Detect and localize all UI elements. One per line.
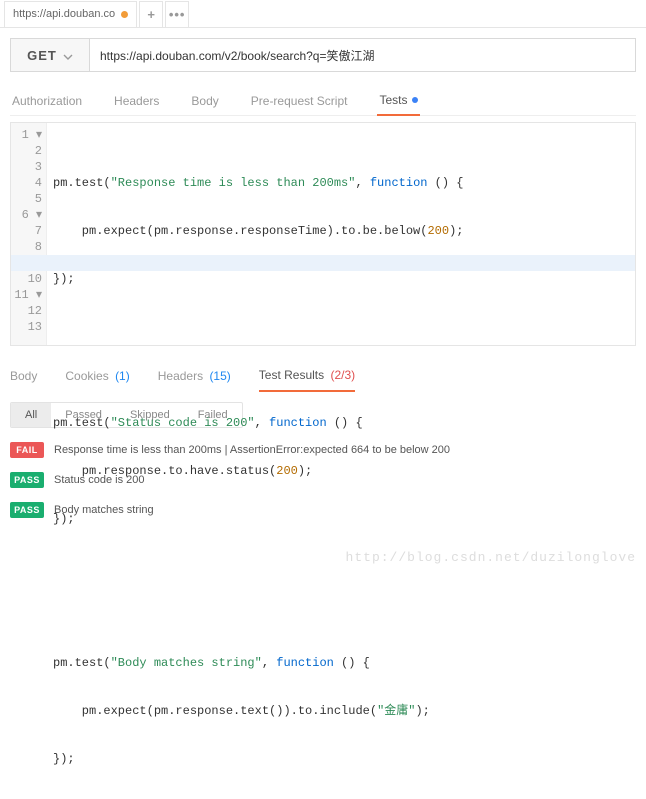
tab-menu-button[interactable]: ••• [165,1,189,27]
tab-tests-label: Tests [379,93,407,107]
request-subtabs: Authorization Headers Body Pre-request S… [10,86,636,116]
url-input[interactable] [90,38,636,72]
pass-badge: PASS [10,502,44,518]
http-method-label: GET [27,48,57,63]
tab-authorization[interactable]: Authorization [10,86,84,116]
http-method-select[interactable]: GET [10,38,90,72]
tab-tests[interactable]: Tests [377,86,420,116]
request-tab-title: https://api.douban.co [13,8,115,20]
pass-badge: PASS [10,472,44,488]
request-row: GET [10,38,636,72]
code-editor[interactable]: 1 ▾23456 ▾7891011 ▾1213 pm.test("Respons… [10,122,636,346]
fail-badge: FAIL [10,442,44,458]
tab-prerequest[interactable]: Pre-request Script [249,86,350,116]
modified-dot-icon [412,97,418,103]
restab-body[interactable]: Body [10,360,37,392]
unsaved-dot-icon [121,11,128,18]
tab-body[interactable]: Body [189,86,220,116]
request-tab[interactable]: https://api.douban.co [4,1,137,27]
chevron-down-icon [63,48,73,63]
current-line-highlight [11,255,635,271]
editor-content[interactable]: pm.test("Response time is less than 200m… [11,123,635,345]
app-tabbar: https://api.douban.co + ••• [0,0,646,28]
new-tab-button[interactable]: + [139,1,163,27]
filter-all[interactable]: All [11,403,51,427]
tab-headers[interactable]: Headers [112,86,161,116]
